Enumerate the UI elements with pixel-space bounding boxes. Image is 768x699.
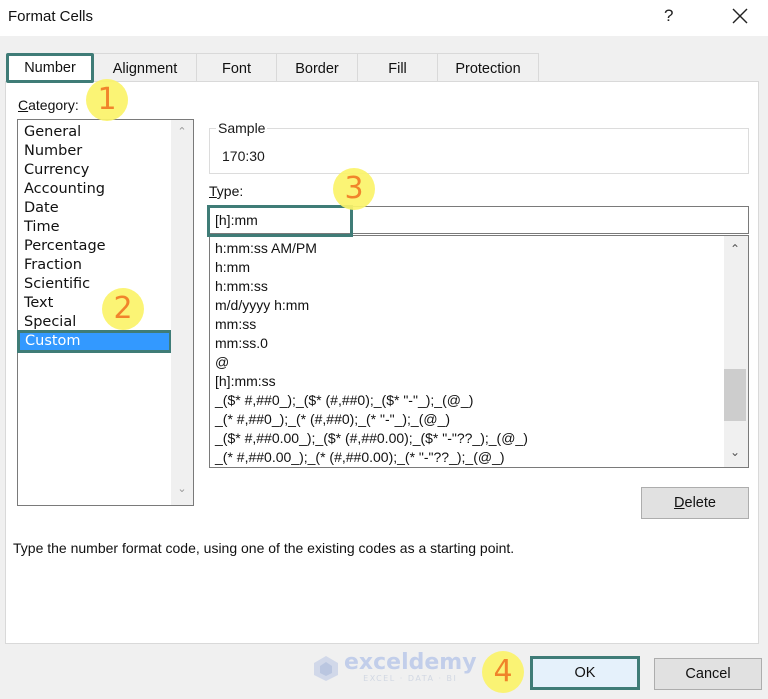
type-scrollbar[interactable]: ⌃ ⌄ [724,236,748,467]
tab-fill[interactable]: Fill [357,53,438,83]
tab-strip: Number Alignment Font Border Fill Protec… [6,53,539,83]
tab-protection[interactable]: Protection [437,53,539,83]
type-item[interactable]: @ [210,353,528,372]
exceldemy-watermark: exceldemy EXCEL · DATA · BI [312,652,477,683]
tab-border[interactable]: Border [276,53,358,83]
type-item[interactable]: _($* #,##0_);_($* (#,##0);_($* "-"_);_(@… [210,391,528,410]
delete-accel: D [674,495,685,511]
sample-groupbox [209,128,749,174]
type-accel: T [209,183,217,199]
category-item-accounting[interactable]: Accounting [18,180,170,199]
type-item[interactable]: _(* #,##0.00_);_(* (#,##0.00);_(* "-"??_… [210,448,528,467]
category-item-number[interactable]: Number [18,142,170,161]
scroll-thumb[interactable] [724,369,746,421]
scroll-down-icon[interactable]: ⌄ [171,482,193,500]
category-item-fraction[interactable]: Fraction [18,256,170,275]
exceldemy-logo-icon [314,655,338,681]
type-item[interactable]: _($* #,##0.00_);_($* (#,##0.00);_($* "-"… [210,429,528,448]
step-badge-1: 1 [86,79,128,121]
type-item[interactable]: mm:ss.0 [210,334,528,353]
scroll-down-icon[interactable]: ⌄ [724,445,746,463]
title-bar: Format Cells ? [0,0,768,36]
category-item-custom[interactable]: Custom [17,330,172,353]
type-item[interactable]: h:mm:ss [210,277,528,296]
dialog-title: Format Cells [8,8,94,25]
sample-label: Sample [216,120,268,136]
watermark-name: exceldemy [344,650,477,675]
ok-button[interactable]: OK [530,656,640,690]
category-item-date[interactable]: Date [18,199,170,218]
type-item[interactable]: mm:ss [210,315,528,334]
cancel-button[interactable]: Cancel [654,658,762,690]
type-label-text: ype: [216,183,244,199]
step-badge-3: 3 [333,168,375,210]
help-button[interactable]: ? [664,6,673,26]
step-badge-4: 4 [482,651,524,693]
close-button[interactable] [728,4,752,28]
sample-value: 170:30 [222,148,265,164]
scroll-up-icon[interactable]: ⌃ [171,125,193,143]
type-label: Type: [209,183,243,199]
category-item-currency[interactable]: Currency [18,161,170,180]
step-badge-2: 2 [102,288,144,330]
type-items: h:mm:ss AM/PM h:mm h:mm:ss m/d/yyyy h:mm… [210,239,528,467]
tab-number[interactable]: Number [6,53,94,83]
category-item-percentage[interactable]: Percentage [18,237,170,256]
scroll-up-icon[interactable]: ⌃ [724,242,746,260]
type-listbox[interactable]: h:mm:ss AM/PM h:mm h:mm:ss m/d/yyyy h:mm… [209,235,749,468]
tab-font[interactable]: Font [196,53,277,83]
watermark-tagline: EXCEL · DATA · BI [363,674,458,683]
type-item[interactable]: h:mm:ss AM/PM [210,239,528,258]
delete-label: elete [684,495,716,511]
category-label: Category: [18,97,79,113]
delete-button[interactable]: Delete [641,487,749,519]
category-items: General Number Currency Accounting Date … [17,123,172,353]
category-item-text[interactable]: Text [18,294,170,313]
category-item-special[interactable]: Special [18,313,170,332]
category-label-text: ategory: [28,97,79,113]
close-icon [732,8,748,24]
type-item[interactable]: _(* #,##0_);_(* (#,##0);_(* "-"_);_(@_) [210,410,528,429]
category-item-general[interactable]: General [18,123,170,142]
type-input[interactable] [209,206,749,234]
category-item-time[interactable]: Time [18,218,170,237]
category-scrollbar[interactable]: ⌃ ⌄ [171,120,193,505]
type-item[interactable]: m/d/yyyy h:mm [210,296,528,315]
category-item-scientific[interactable]: Scientific [18,275,170,294]
hint-text: Type the number format code, using one o… [13,540,515,556]
type-item[interactable]: h:mm [210,258,528,277]
category-accel: C [18,97,29,113]
type-item[interactable]: [h]:mm:ss [210,372,528,391]
